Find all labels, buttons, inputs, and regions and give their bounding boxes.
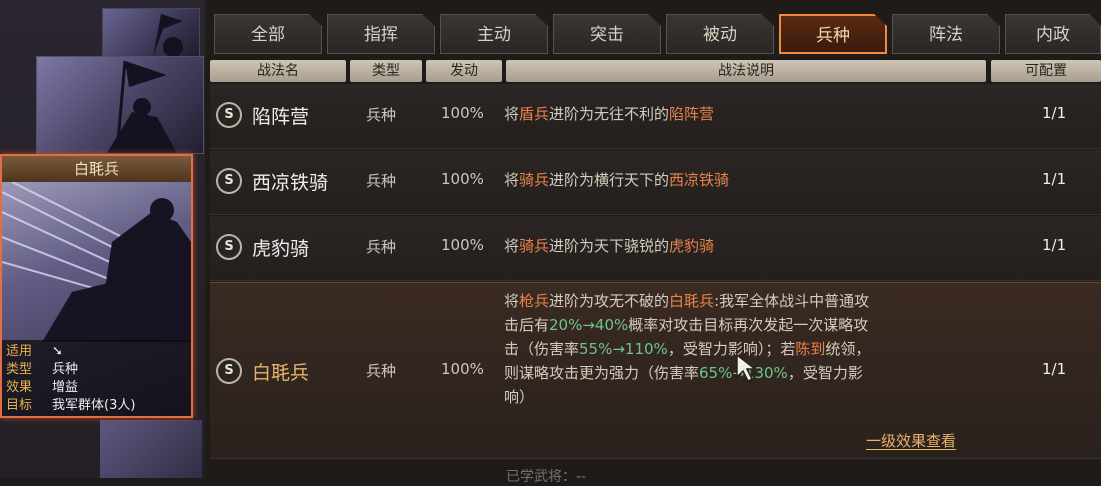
first-level-effect-link[interactable]: 一级效果查看	[866, 430, 956, 451]
tab-active[interactable]: 主动	[440, 14, 548, 54]
desc-text: ，受智力影响）；若	[667, 340, 796, 358]
desc-highlight: 盾兵	[519, 105, 550, 123]
header-configurable[interactable]: 可配置	[991, 60, 1101, 82]
desc-text: 进阶为横行天下的	[549, 171, 670, 189]
card-title: 白毦兵	[2, 156, 191, 182]
card-info-key: 目标	[6, 398, 33, 413]
table-row[interactable]: S 陷阵营 兵种 100% 将盾兵进阶为无往不利的陷阵营 1/1	[210, 84, 1101, 149]
mouse-cursor-icon	[736, 353, 758, 383]
desc-value: 55%→110%	[579, 340, 668, 358]
selected-skill-card[interactable]: 白毦兵 适用 ➘ 类型 兵种 效果 增益 目标 我军群体(3人)	[0, 154, 193, 418]
desc-highlight: 枪兵	[519, 292, 550, 310]
banner-art-icon	[153, 14, 183, 57]
desc-text: 将	[504, 105, 520, 123]
desc-text: ，受智力影	[787, 364, 863, 382]
skill-configurable: 1/1	[1042, 360, 1067, 378]
grade-badge: S	[216, 234, 242, 260]
skill-rate: 100%	[441, 360, 484, 378]
skill-description: 将枪兵进阶为攻无不破的白毦兵:我军全体战斗中普通攻 击后有20%→40%概率对攻…	[504, 289, 984, 409]
skill-configurable: 1/1	[1042, 236, 1067, 254]
desc-text: 将	[504, 171, 520, 189]
skill-type: 兵种	[366, 106, 397, 124]
desc-highlight: 骑兵	[519, 237, 550, 255]
table-row[interactable]: S 虎豹骑 兵种 100% 将骑兵进阶为天下骁锐的虎豹骑 1/1	[210, 216, 1101, 281]
skill-card-thumb-bottom[interactable]	[100, 420, 202, 478]
tab-formation[interactable]: 阵法	[892, 14, 1000, 54]
header-type[interactable]: 类型	[350, 60, 422, 82]
desc-text: 击后有	[504, 316, 550, 334]
category-tabs: 全部 指挥 主动 突击 被动 兵种 阵法 内政	[214, 14, 1101, 54]
card-info-value: 兵种	[52, 362, 79, 377]
learned-generals-label: 已学武将：--	[506, 469, 587, 485]
desc-text: 统领，	[825, 340, 871, 358]
card-info-row: 类型 兵种	[6, 361, 191, 379]
desc-highlight: 陷阵营	[669, 105, 715, 123]
card-info-key: 效果	[6, 380, 33, 395]
desc-text: 概率对攻击目标再次发起一次谋略攻	[628, 316, 869, 334]
header-description: 战法说明	[506, 60, 986, 82]
table-header: 战法名 类型 发动 战法说明 可配置	[210, 60, 1101, 82]
desc-value: 20%→40%	[549, 316, 629, 334]
card-info: 适用 ➘ 类型 兵种 效果 增益 目标 我军群体(3人)	[2, 340, 191, 416]
skill-name: 白毦兵	[252, 362, 310, 384]
card-info-value: 我军群体(3人)	[52, 398, 136, 413]
card-info-row: 效果 增益	[6, 379, 191, 397]
grade-badge: S	[216, 102, 242, 128]
desc-highlight: 骑兵	[519, 171, 550, 189]
skill-description: 将盾兵进阶为无往不利的陷阵营	[504, 102, 714, 126]
skill-type: 兵种	[366, 362, 397, 380]
skill-card-thumb-mid[interactable]	[36, 56, 204, 154]
table-row-selected[interactable]: S 白毦兵 兵种 100% 将枪兵进阶为攻无不破的白毦兵:我军全体战斗中普通攻 …	[210, 282, 1101, 459]
skill-card-thumb-top[interactable]	[102, 8, 200, 58]
flag-bearer-art-icon	[107, 60, 177, 154]
desc-text: :我军全体战斗中普通攻	[714, 292, 870, 310]
desc-text: 将	[504, 292, 520, 310]
desc-highlight: 白毦兵	[669, 292, 715, 310]
skill-rate: 100%	[441, 236, 484, 254]
skill-type: 兵种	[366, 238, 397, 256]
tab-internal-affairs[interactable]: 内政	[1005, 14, 1101, 54]
desc-text: 进阶为无往不利的	[549, 105, 670, 123]
skill-rate: 100%	[441, 104, 484, 122]
desc-text: 将	[504, 237, 520, 255]
card-info-key: 类型	[6, 362, 33, 377]
skill-rate: 100%	[441, 170, 484, 188]
header-rate[interactable]: 发动	[426, 60, 502, 82]
skill-configurable: 1/1	[1042, 170, 1067, 188]
skill-description: 将骑兵进阶为天下骁锐的虎豹骑	[504, 234, 714, 258]
skill-name: 西凉铁骑	[252, 172, 329, 194]
desc-text: 进阶为天下骁锐的	[549, 237, 670, 255]
grade-badge: S	[216, 168, 242, 194]
desc-line: 响）	[504, 388, 535, 406]
desc-line: 将枪兵进阶为攻无不破的白毦兵:我军全体战斗中普通攻	[504, 289, 984, 313]
spear-soldier-art-icon	[2, 182, 191, 342]
tab-troop-type[interactable]: 兵种	[779, 14, 887, 54]
card-info-row: 适用 ➘	[6, 343, 191, 361]
desc-highlight: 西凉铁骑	[669, 171, 730, 189]
desc-text: 击（伤害率	[504, 340, 580, 358]
skill-description: 将骑兵进阶为横行天下的西凉铁骑	[504, 168, 729, 192]
tab-passive[interactable]: 被动	[666, 14, 774, 54]
skill-configurable: 1/1	[1042, 104, 1067, 122]
card-info-row: 目标 我军群体(3人)	[6, 397, 191, 415]
skill-name: 陷阵营	[252, 106, 310, 128]
desc-text: 则谋略攻击更为强力（伤害率	[504, 364, 700, 382]
table-row[interactable]: S 西凉铁骑 兵种 100% 将骑兵进阶为横行天下的西凉铁骑 1/1	[210, 150, 1101, 215]
desc-highlight: 虎豹骑	[669, 237, 715, 255]
tab-assault[interactable]: 突击	[553, 14, 661, 54]
desc-highlight: 陈到	[795, 340, 826, 358]
tab-command[interactable]: 指挥	[327, 14, 435, 54]
desc-text: 进阶为攻无不破的	[549, 292, 670, 310]
tab-all[interactable]: 全部	[214, 14, 322, 54]
card-info-key: 适用	[6, 344, 33, 359]
grade-badge: S	[216, 358, 242, 384]
arrow-cursor-icon: ➘	[52, 344, 63, 359]
header-name[interactable]: 战法名	[210, 60, 346, 82]
desc-line: 击后有20%→40%概率对攻击目标再次发起一次谋略攻	[504, 313, 984, 337]
skill-name: 虎豹骑	[252, 238, 310, 260]
skill-type: 兵种	[366, 172, 397, 190]
card-info-value: 增益	[52, 380, 79, 395]
